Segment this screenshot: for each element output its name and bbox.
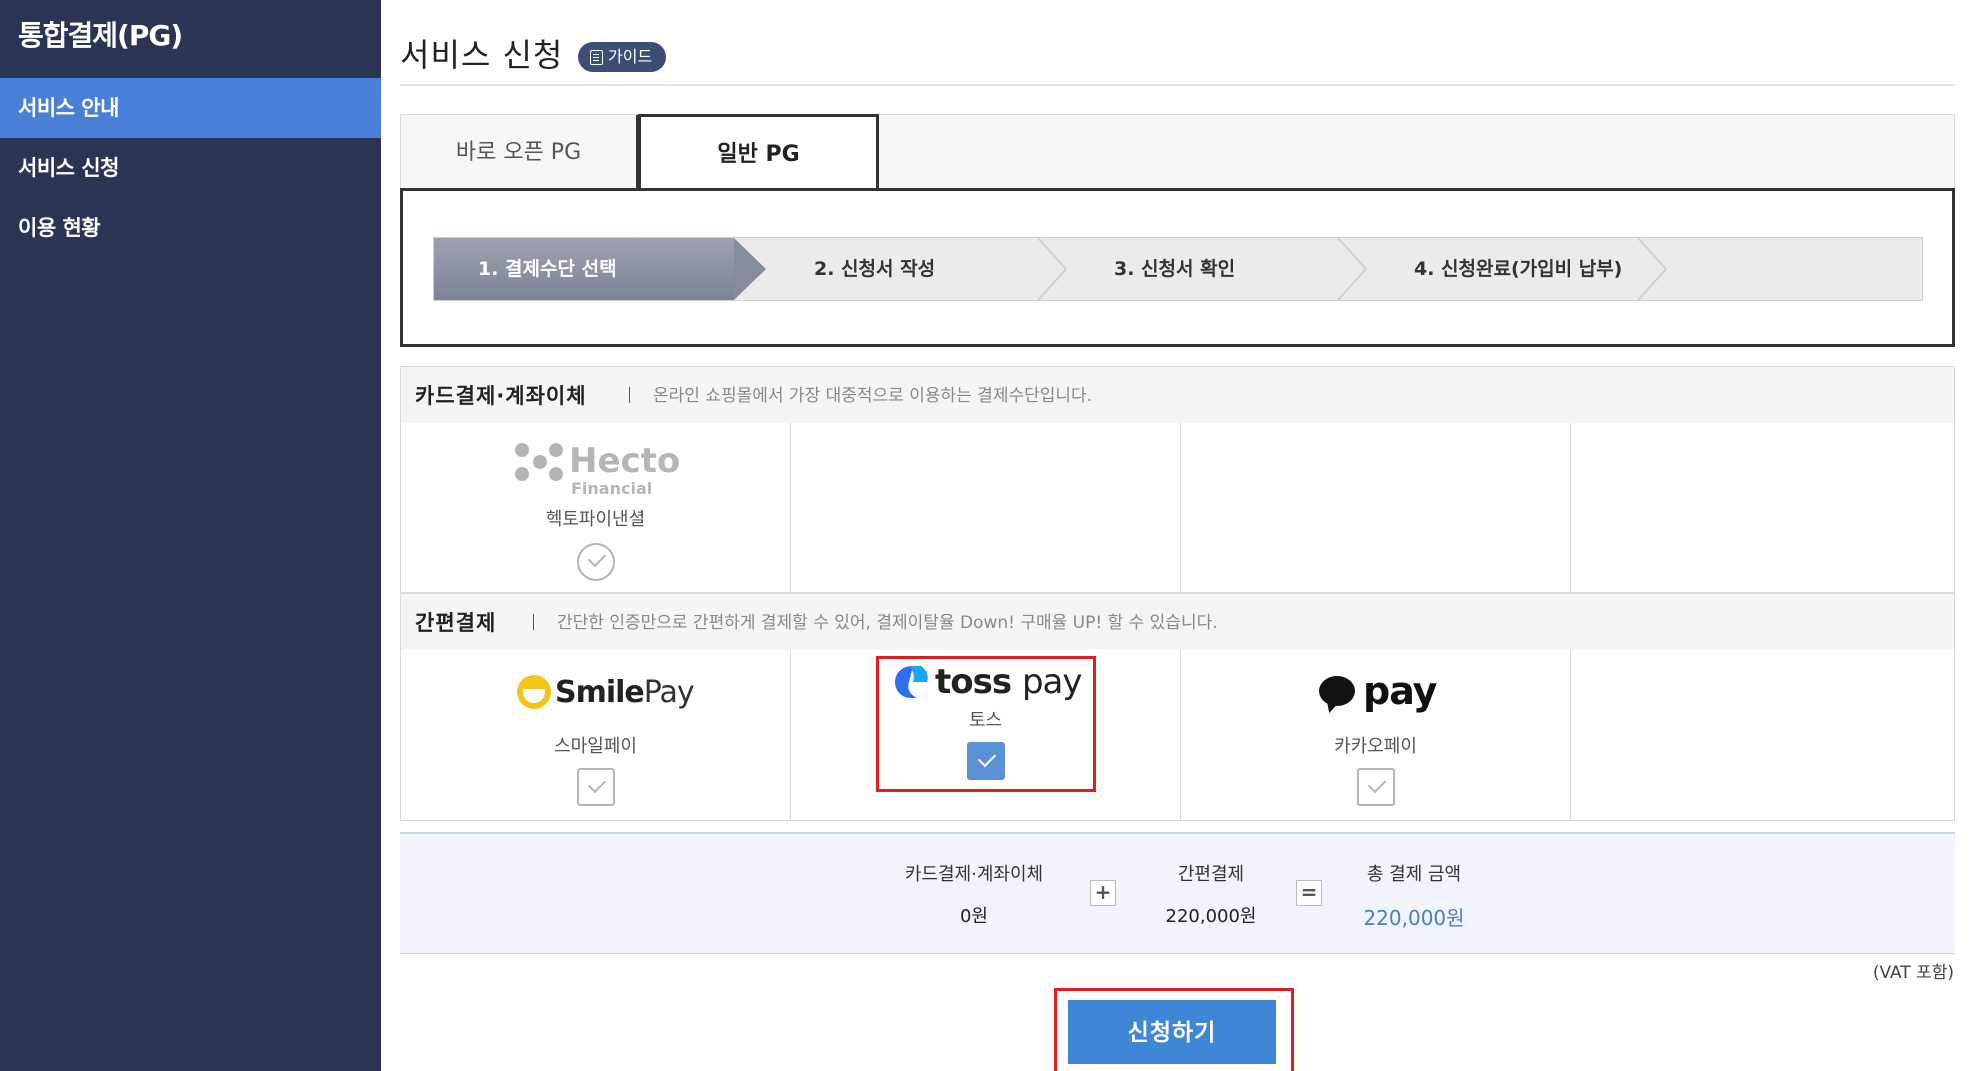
step-2: 2. 신청서 작성 — [814, 258, 936, 280]
provider-checkbox[interactable] — [1357, 768, 1395, 806]
empty-cell — [1571, 650, 1954, 820]
guide-label: 가이드 — [608, 47, 653, 66]
easy-pay-section-header: 간편결제 간단한 인증만으로 간편하게 결제할 수 있어, 결제이탈율 Down… — [400, 593, 1955, 651]
vat-note: (VAT 포함) — [1872, 963, 1954, 983]
provider-hecto[interactable]: Hecto Financial 헥토파이낸셜 — [401, 423, 791, 592]
guide-button[interactable]: 가이드 — [578, 42, 667, 72]
step-3: 3. 신청서 확인 — [1114, 258, 1236, 280]
card-provider-row: Hecto Financial 헥토파이낸셜 — [400, 423, 1955, 593]
summary-total: 총 결제 금액 220,000원 — [1334, 860, 1494, 931]
steps-panel: 1. 결제수단 선택 2. 신청서 작성 3. 신청서 확인 4. 신청완료(가… — [400, 188, 1955, 347]
easy-pay-provider-row: SmilePay 스마일페이 toss pay 토스 pay 카카오페이 — [400, 650, 1955, 821]
plus-icon: + — [1090, 880, 1116, 906]
app-root: 통합결제(PG) 서비스 안내 서비스 신청 이용 현황 서비스 신청 가이드 … — [0, 0, 1980, 1071]
easy-pay-section-title: 간편결제 — [415, 611, 497, 635]
equals-icon: = — [1296, 880, 1322, 906]
summary-easy: 간편결제 220,000원 — [1136, 860, 1286, 928]
hecto-logo: Hecto Financial — [513, 441, 683, 498]
easy-pay-section-description: 간단한 인증만으로 간편하게 결제할 수 있어, 결제이탈율 Down! 구매율… — [557, 613, 1218, 633]
apply-button[interactable]: 신청하기 — [1068, 1000, 1276, 1064]
card-section-description: 온라인 쇼핑몰에서 가장 대중적으로 이용하는 결제수단입니다. — [653, 386, 1093, 406]
empty-cell — [1571, 423, 1954, 592]
separator — [533, 614, 534, 630]
document-icon — [590, 49, 603, 65]
summary-total-label: 총 결제 금액 — [1366, 864, 1462, 885]
separator — [629, 387, 630, 403]
summary-total-value: 220,000원 — [1363, 906, 1465, 930]
empty-cell — [791, 423, 1181, 592]
provider-kakaopay[interactable]: pay 카카오페이 — [1181, 650, 1571, 820]
highlight-box — [876, 656, 1096, 792]
provider-name: 스마일페이 — [554, 736, 637, 757]
sidebar-item-usage-status[interactable]: 이용 현황 — [0, 198, 381, 258]
card-section-title: 카드결제·계좌이체 — [415, 384, 587, 408]
hecto-logo-subtext: Financial — [571, 479, 653, 498]
speech-bubble-icon — [1319, 676, 1355, 706]
smilepay-logo: SmilePay — [517, 672, 695, 712]
summary-easy-label: 간편결제 — [1177, 864, 1245, 885]
tab-general-pg[interactable]: 일반 PG — [638, 114, 879, 191]
step-4: 4. 신청완료(가입비 납부) — [1414, 258, 1623, 280]
sidebar-item-service-info[interactable]: 서비스 안내 — [0, 78, 381, 138]
page-title: 서비스 신청 — [400, 36, 564, 74]
tab-quick-open-pg[interactable]: 바로 오픈 PG — [401, 115, 638, 190]
tab-bar: 바로 오픈 PG 일반 PG — [400, 114, 1955, 191]
provider-smilepay[interactable]: SmilePay 스마일페이 — [401, 650, 791, 820]
step-chevron-icon — [1637, 238, 1668, 300]
sidebar-title: 통합결제(PG) — [18, 19, 183, 52]
hecto-logo-text: Hecto — [569, 441, 681, 481]
provider-checkbox[interactable] — [577, 768, 615, 806]
smile-icon — [517, 675, 551, 709]
provider-name: 카카오페이 — [1334, 736, 1417, 757]
kakaopay-logo: pay — [1319, 666, 1437, 716]
payment-summary: 카드결제·계좌이체 0원 + 간편결제 220,000원 = 총 결제 금액 2… — [400, 832, 1955, 954]
summary-easy-value: 220,000원 — [1165, 906, 1257, 927]
provider-check-icon[interactable] — [577, 543, 615, 581]
step-chevron-icon — [1037, 238, 1068, 300]
step-1: 1. 결제수단 선택 — [434, 238, 766, 300]
provider-name: 헥토파이낸셜 — [545, 509, 646, 530]
summary-card-value: 0원 — [959, 906, 988, 927]
step-indicator: 1. 결제수단 선택 2. 신청서 작성 3. 신청서 확인 4. 신청완료(가… — [433, 237, 1923, 301]
step-chevron-icon — [1337, 238, 1368, 300]
title-divider — [400, 84, 1955, 86]
empty-cell — [1181, 423, 1571, 592]
card-section-header: 카드결제·계좌이체 온라인 쇼핑몰에서 가장 대중적으로 이용하는 결제수단입니… — [400, 366, 1955, 424]
sidebar-item-service-apply[interactable]: 서비스 신청 — [0, 138, 381, 198]
summary-card-label: 카드결제·계좌이체 — [904, 864, 1044, 885]
sidebar: 통합결제(PG) 서비스 안내 서비스 신청 이용 현황 — [0, 0, 381, 1071]
summary-card: 카드결제·계좌이체 0원 — [884, 860, 1064, 928]
